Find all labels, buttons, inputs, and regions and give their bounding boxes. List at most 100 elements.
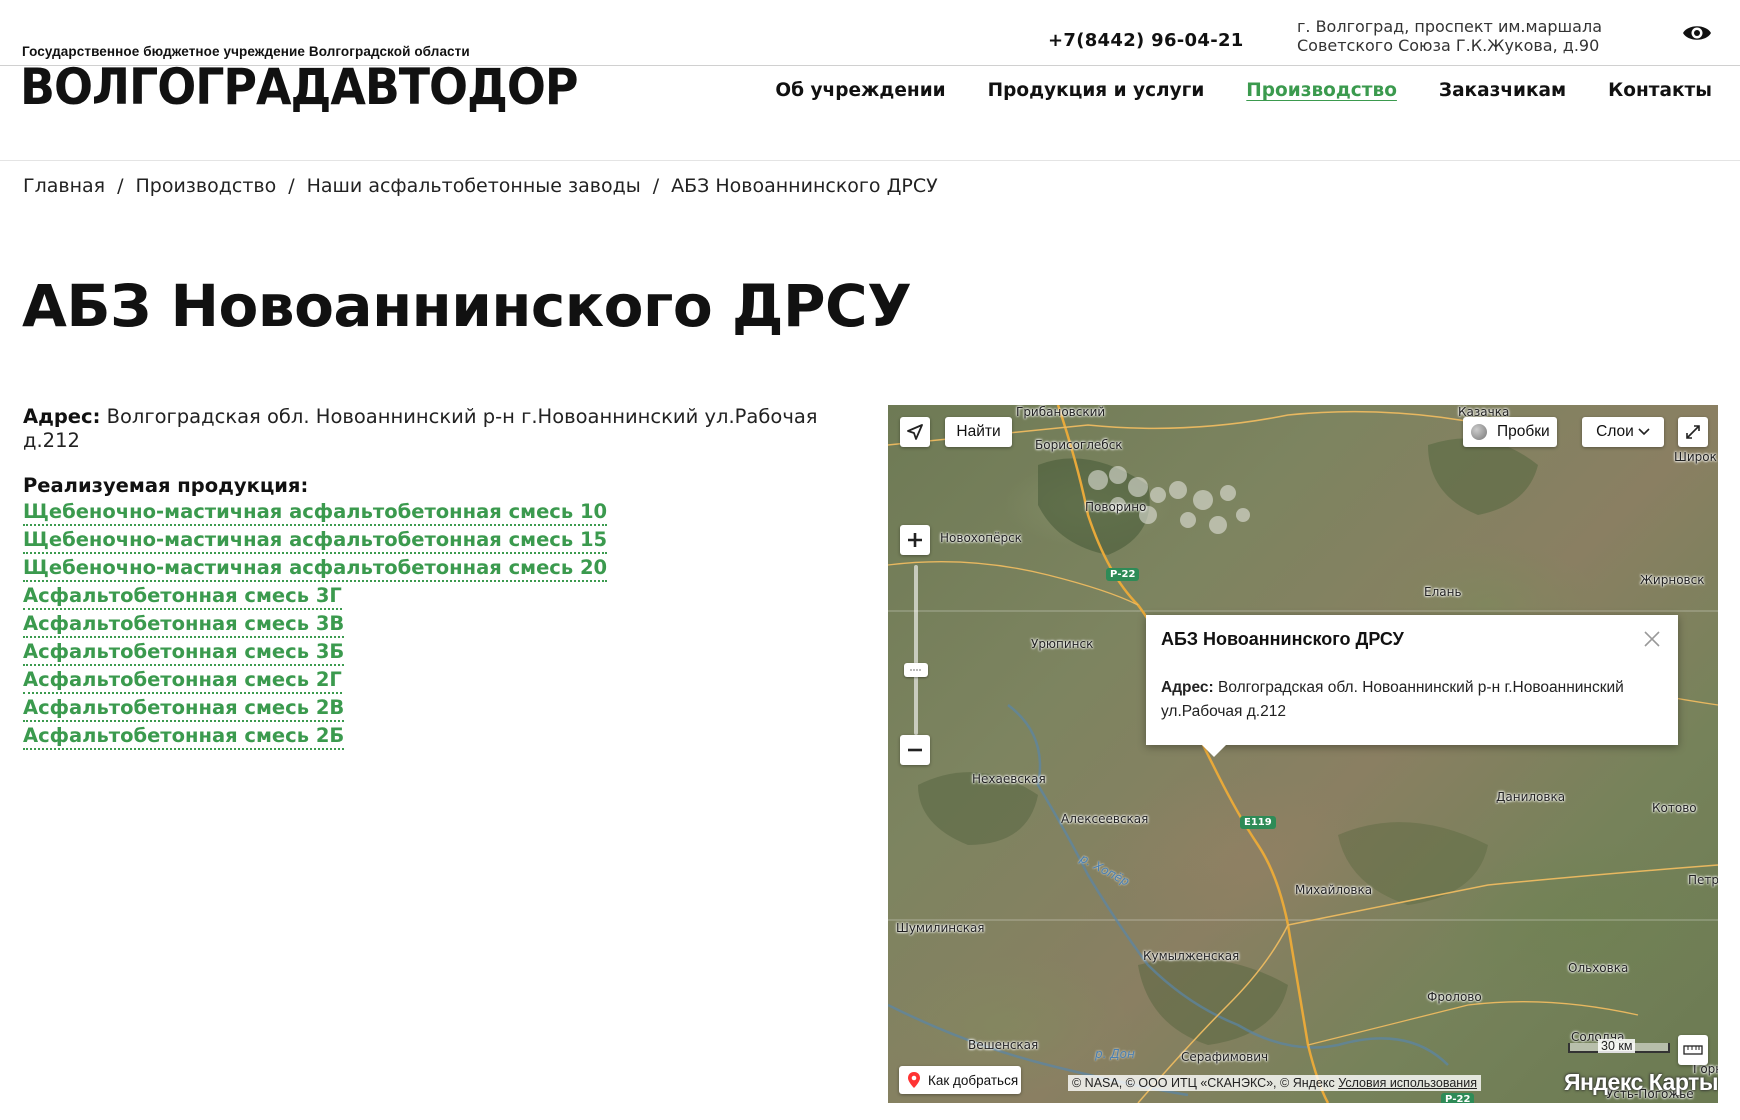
list-item: Щебеночно-мастичная асфальтобетонная сме…: [23, 556, 608, 584]
map-place-label: Борисоглебск: [1035, 438, 1123, 452]
map-balloon: АБЗ Новоаннинского ДРСУ Адрес: Волгоград…: [1146, 615, 1678, 757]
map-road-badge: E119: [1240, 816, 1276, 829]
map-place-label: Ольховка: [1568, 961, 1629, 975]
balloon-title: АБЗ Новоаннинского ДРСУ: [1161, 629, 1404, 649]
map-place-label: Котово: [1652, 801, 1697, 815]
map-place-label: Даниловка: [1496, 790, 1566, 804]
list-item: Щебеночно-мастичная асфальтобетонная сме…: [23, 528, 608, 556]
product-link[interactable]: Асфальтобетонная смесь 2Б: [23, 724, 345, 750]
breadcrumb-separator: /: [117, 175, 124, 197]
product-link[interactable]: Щебеночно-мастичная асфальтобетонная сме…: [23, 556, 608, 582]
map-road-badge: Р-22: [1106, 568, 1140, 581]
map-place-label: Алексеевская: [1061, 812, 1149, 826]
header-phone[interactable]: +7(8442) 96-04-21: [1048, 30, 1244, 51]
traffic-label: Пробки: [1497, 423, 1550, 440]
product-link[interactable]: Щебеночно-мастичная асфальтобетонная сме…: [23, 500, 608, 526]
map-river-label: р. Дон: [1095, 1047, 1135, 1061]
map-place-label: Вешенская: [968, 1038, 1039, 1052]
map-place-label: Нехаевская: [972, 772, 1046, 786]
terms-link[interactable]: Условия использования: [1338, 1076, 1477, 1090]
scale-label: 30 км: [1598, 1039, 1636, 1053]
layers-button[interactable]: Слои: [1582, 417, 1664, 447]
grip-icon: [910, 669, 921, 671]
scale-bar: 30 км: [1568, 1039, 1670, 1053]
map-place-label: Петр: [1688, 873, 1718, 887]
product-link[interactable]: Асфальтобетонная смесь 3Б: [23, 640, 345, 666]
chevron-down-icon: [1638, 428, 1650, 436]
zoom-out-button[interactable]: [900, 735, 930, 765]
map-place-label: Широк: [1674, 450, 1717, 464]
map-copyright: © NASA, © ООО ИТЦ «СКАНЭКС», © Яндекс Ус…: [1068, 1075, 1481, 1091]
yandex-map[interactable]: Грибановский Казачка Борисоглебск Повори…: [888, 405, 1718, 1103]
products-list: Щебеночно-мастичная асфальтобетонная сме…: [23, 500, 608, 752]
zoom-slider-handle[interactable]: [904, 663, 928, 677]
traffic-icon: [1471, 424, 1487, 440]
map-terrain: [888, 405, 1718, 1103]
minus-icon: [908, 748, 922, 752]
map-place-label: Кумылженская: [1143, 949, 1240, 963]
site-logo[interactable]: ВОЛГОГРАДАВТОДОР: [20, 58, 578, 116]
nav-item-contacts[interactable]: Контакты: [1608, 80, 1712, 101]
map-scale: 30 км: [1568, 1039, 1670, 1053]
eye-icon[interactable]: [1682, 20, 1712, 46]
geolocation-icon[interactable]: [900, 417, 930, 447]
list-item: Асфальтобетонная смесь 2В: [23, 696, 607, 724]
traffic-button[interactable]: Пробки: [1463, 417, 1557, 447]
close-icon[interactable]: [1642, 629, 1662, 649]
map-place-label: Жирновск: [1640, 573, 1705, 587]
header-address-line2: Советского Союза Г.К.Жукова, д.90: [1297, 36, 1600, 55]
yandex-maps-logo[interactable]: Яндекс Карты: [1564, 1069, 1718, 1096]
map-place-label: Шумилинская: [896, 921, 985, 935]
nav-item-about[interactable]: Об учреждении: [775, 80, 945, 101]
balloon-address-value: Волгоградская обл. Новоаннинский р-н г.Н…: [1161, 679, 1624, 720]
address-label: Адрес:: [23, 405, 101, 428]
nav-item-products-services[interactable]: Продукция и услуги: [988, 80, 1205, 101]
map-road-badge: Р-22: [1441, 1093, 1475, 1103]
ruler-icon[interactable]: [1678, 1035, 1708, 1065]
breadcrumb-separator: /: [652, 175, 660, 197]
map-search-button[interactable]: Найти: [945, 417, 1012, 447]
product-link[interactable]: Асфальтобетонная смесь 3Г: [23, 584, 342, 610]
product-link[interactable]: Щебеночно-мастичная асфальтобетонная сме…: [23, 528, 608, 554]
list-item: Щебеночно-мастичная асфальтобетонная сме…: [23, 500, 608, 528]
map-place-label: Грибановский: [1016, 405, 1106, 419]
header-bottom-divider: [0, 160, 1740, 161]
map-place-label: Урюпинск: [1031, 637, 1094, 651]
main-nav: Об учреждении Продукция и услуги Произво…: [775, 80, 1712, 101]
products-title: Реализуемая продукция:: [23, 474, 309, 497]
address-value: Волгоградская обл. Новоаннинский р-н г.Н…: [23, 405, 818, 452]
product-link[interactable]: Асфальтобетонная смесь 2В: [23, 696, 345, 722]
plant-address: Адрес: Волгоградская обл. Новоаннинский …: [23, 405, 873, 453]
org-full-name: Государственное бюджетное учреждение Вол…: [22, 44, 470, 59]
plus-icon: [908, 533, 922, 547]
map-place-label: Новохопёрск: [940, 531, 1022, 545]
nav-item-production[interactable]: Производство: [1246, 80, 1397, 101]
breadcrumb-asphalt-plants[interactable]: Наши асфальтобетонные заводы: [307, 175, 641, 197]
zoom-slider-track[interactable]: [914, 565, 918, 735]
product-link[interactable]: Асфальтобетонная смесь 2Г: [23, 668, 342, 694]
zoom-in-button[interactable]: [900, 525, 930, 555]
product-link[interactable]: Асфальтобетонная смесь 3В: [23, 612, 345, 638]
list-item: Асфальтобетонная смесь 3Б: [23, 640, 607, 668]
list-item: Асфальтобетонная смесь 3В: [23, 612, 607, 640]
route-button[interactable]: Как добраться: [899, 1066, 1021, 1094]
breadcrumb-current: АБЗ Новоаннинского ДРСУ: [671, 175, 938, 197]
copyright-text: © NASA, © ООО ИТЦ «СКАНЭКС», © Яндекс: [1072, 1076, 1335, 1090]
route-label: Как добраться: [928, 1072, 1019, 1088]
nav-item-customers[interactable]: Заказчикам: [1439, 80, 1566, 101]
list-item: Асфальтобетонная смесь 2Г: [23, 668, 607, 696]
breadcrumb-production[interactable]: Производство: [135, 175, 276, 197]
map-place-label: Михайловка: [1295, 883, 1373, 897]
balloon-address-label: Адрес:: [1161, 679, 1214, 696]
map-place-label: Фролово: [1427, 990, 1482, 1004]
breadcrumb-home[interactable]: Главная: [23, 175, 105, 197]
map-place-label: Серафимович: [1181, 1050, 1269, 1064]
list-item: Асфальтобетонная смесь 2Б: [23, 724, 607, 752]
breadcrumb: Главная / Производство / Наши асфальтобе…: [23, 175, 938, 197]
list-item: Асфальтобетонная смесь 3Г: [23, 584, 607, 612]
page-title: АБЗ Новоаннинского ДРСУ: [22, 272, 912, 340]
fullscreen-icon[interactable]: [1678, 417, 1708, 447]
map-place-label: Поворино: [1085, 500, 1147, 514]
layers-label: Слои: [1596, 423, 1634, 440]
map-pin-icon: [908, 1072, 920, 1088]
